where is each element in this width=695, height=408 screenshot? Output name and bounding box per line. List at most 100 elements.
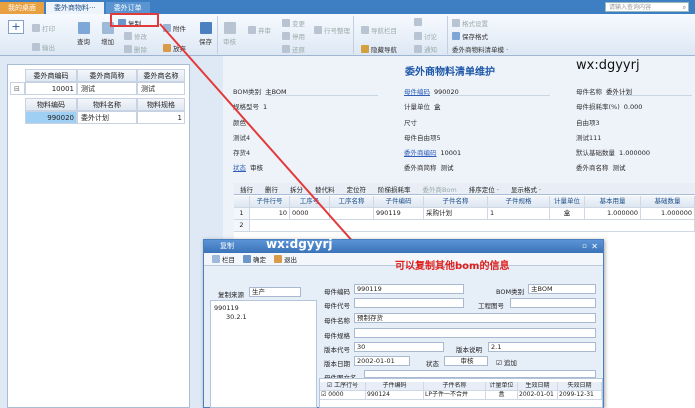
sort-icon <box>314 26 322 34</box>
parent-name-input[interactable]: 预制存货 <box>354 313 596 323</box>
dialog-watermark: wx:dgyyrj <box>266 237 333 251</box>
query-icon <box>77 22 90 34</box>
tab-desktop[interactable]: 我的桌面 <box>0 2 44 14</box>
tab-outsource-bom[interactable]: 委外商物料··· <box>46 2 104 14</box>
append-checkbox[interactable]: ☑ 追加 <box>496 357 517 367</box>
extra-button[interactable] <box>414 18 422 26</box>
table-cell[interactable]: 990119 <box>374 208 424 220</box>
change-button[interactable]: 变更 <box>282 18 305 28</box>
attachment-button[interactable]: 附件 <box>163 23 186 33</box>
dg-cell[interactable]: 盒 <box>486 391 518 400</box>
withdraw-button[interactable]: 弃审 <box>248 25 271 35</box>
table-cell[interactable]: 1.000000 <box>641 208 695 220</box>
approve-icon <box>223 22 236 34</box>
field-loss-rate[interactable]: 母件损耗率(%) 0.000 <box>576 101 642 111</box>
field-stock4[interactable]: 存货4 <box>233 147 254 157</box>
approve-button[interactable]: 审核 <box>223 22 236 46</box>
query-button[interactable]: 查询 <box>77 22 90 46</box>
exit-button[interactable]: 退出 <box>274 254 297 264</box>
dg-cell[interactable]: 2099-12-31 <box>558 391 602 400</box>
dg-cell[interactable]: ☑ 0000 <box>320 391 366 400</box>
restore-button[interactable]: 还原 <box>282 44 305 54</box>
table-cell[interactable] <box>330 208 374 220</box>
locator-button[interactable]: 定位符 <box>347 184 367 194</box>
field-supplier-name[interactable]: 委外商名称 测试 <box>576 162 626 172</box>
field-supplier-short[interactable]: 委外商简称 测试 <box>404 162 454 172</box>
row-organize-button[interactable]: 行号整理 <box>314 25 350 35</box>
abandon-button[interactable]: 放弃 <box>163 43 186 53</box>
field-free3[interactable]: 自由项3 <box>576 117 604 127</box>
lt-cell[interactable]: 10001 <box>25 82 77 95</box>
delete-button[interactable]: 删除 <box>124 44 147 54</box>
version-desc-input[interactable]: 2.1 <box>488 342 596 352</box>
version-date-input[interactable]: 2002-01-01 <box>354 356 410 366</box>
discuss-button[interactable]: 讨论 <box>414 31 437 41</box>
field-status[interactable]: 状态 审核 <box>233 162 263 172</box>
nav-column-button[interactable]: 导航栏目 <box>361 25 397 35</box>
print-button[interactable]: 打印 <box>32 23 55 33</box>
dg-cell[interactable]: 990124 <box>366 391 424 400</box>
substitute-button[interactable]: 替代料 <box>315 184 335 194</box>
field-unit[interactable]: 计量单位盒 <box>404 101 441 111</box>
dg-cell[interactable]: LP子件一不合并 <box>424 391 486 400</box>
field-color[interactable]: 颜色 <box>233 117 250 127</box>
field-supplier-code[interactable]: 委外商编码 10001 <box>404 147 461 157</box>
insert-row-button[interactable]: 插行 <box>240 184 253 194</box>
table-cell[interactable]: 1 <box>488 208 550 220</box>
version-code-input[interactable]: 30 <box>354 342 444 352</box>
dg-header: 子件编码 <box>366 382 424 391</box>
field-test4[interactable]: 测试4 <box>233 132 254 142</box>
parent-spec-input[interactable] <box>354 328 596 338</box>
parent-doc-input[interactable] <box>364 370 596 378</box>
dg-cell[interactable]: 2002-01-01 <box>518 391 558 400</box>
display-format-button[interactable]: 显示格式 · <box>511 184 541 194</box>
lt-cell[interactable]: 委外计划 <box>77 111 137 124</box>
close-icon[interactable]: ✕ <box>591 240 598 253</box>
field-size[interactable]: 尺寸 <box>404 117 421 127</box>
parent-code-input[interactable]: 990119 <box>354 284 464 294</box>
tree-node-root[interactable]: 990119 <box>214 304 239 312</box>
parent-no-input[interactable] <box>354 298 464 308</box>
table-cell[interactable]: 盒 <box>550 208 585 220</box>
tree-node-child[interactable]: 30.2.1 <box>226 313 247 321</box>
lt-cell[interactable]: 1 <box>137 111 185 124</box>
notify-button[interactable]: 通知 <box>414 44 437 54</box>
split-button[interactable]: 拆分 <box>290 184 303 194</box>
supplier-bom-button[interactable]: 委外商Bom <box>423 184 457 194</box>
tree-toggle[interactable]: ⊟ <box>10 82 25 95</box>
ladder-loss-button[interactable]: 阶梯损耗率 <box>378 184 411 194</box>
table-cell[interactable]: 10 <box>250 208 290 220</box>
maximize-icon[interactable]: ▫ <box>582 240 587 253</box>
save-button[interactable]: 保存 <box>199 22 212 46</box>
sort-locate-button[interactable]: 排序定位 · <box>469 184 499 194</box>
table-cell[interactable]: 1.000000 <box>585 208 641 220</box>
export-button[interactable]: 输出 <box>32 42 55 52</box>
columns-button[interactable]: 栏目 <box>212 254 235 264</box>
table-cell[interactable]: 0000 <box>290 208 330 220</box>
printer-icon <box>32 24 40 32</box>
paperclip-icon <box>163 24 171 32</box>
source-select[interactable]: 生产 <box>249 287 301 297</box>
delete-row-button[interactable]: 删行 <box>265 184 278 194</box>
search-icon: ⌕ <box>682 4 686 11</box>
table-row[interactable] <box>250 220 695 232</box>
lt-cell[interactable]: 测试 <box>77 82 137 95</box>
table-cell[interactable]: 采购计划 <box>424 208 488 220</box>
drawing-no-input[interactable] <box>510 298 596 308</box>
save-format-button[interactable]: 保存格式 <box>452 31 488 41</box>
stop-button[interactable]: 停用 <box>282 31 305 41</box>
lt-cell[interactable]: 测试 <box>137 82 185 95</box>
field-test111[interactable]: 测试111 <box>576 132 605 142</box>
field-base-qty[interactable]: 默认基础数量 1.000000 <box>576 147 650 157</box>
bom-type-select[interactable]: 主BOM <box>528 284 596 294</box>
modify-button[interactable]: 修改 <box>124 31 147 41</box>
hide-nav-button[interactable]: 隐藏导航 <box>361 44 397 54</box>
field-spec[interactable]: 规格型号 1 <box>233 101 267 111</box>
confirm-button[interactable]: 确定 <box>243 254 266 264</box>
lt-cell-selected[interactable]: 990020 <box>25 111 77 124</box>
new-button[interactable]: + <box>8 20 24 34</box>
search-input[interactable]: 请输入查询内容 ⌕ <box>605 2 689 12</box>
format-button[interactable]: 格式设置 <box>452 18 488 28</box>
template-select[interactable]: 委外商物料清单模 · <box>452 44 508 54</box>
field-parent-free5[interactable]: 母件自由项5 <box>404 132 445 142</box>
